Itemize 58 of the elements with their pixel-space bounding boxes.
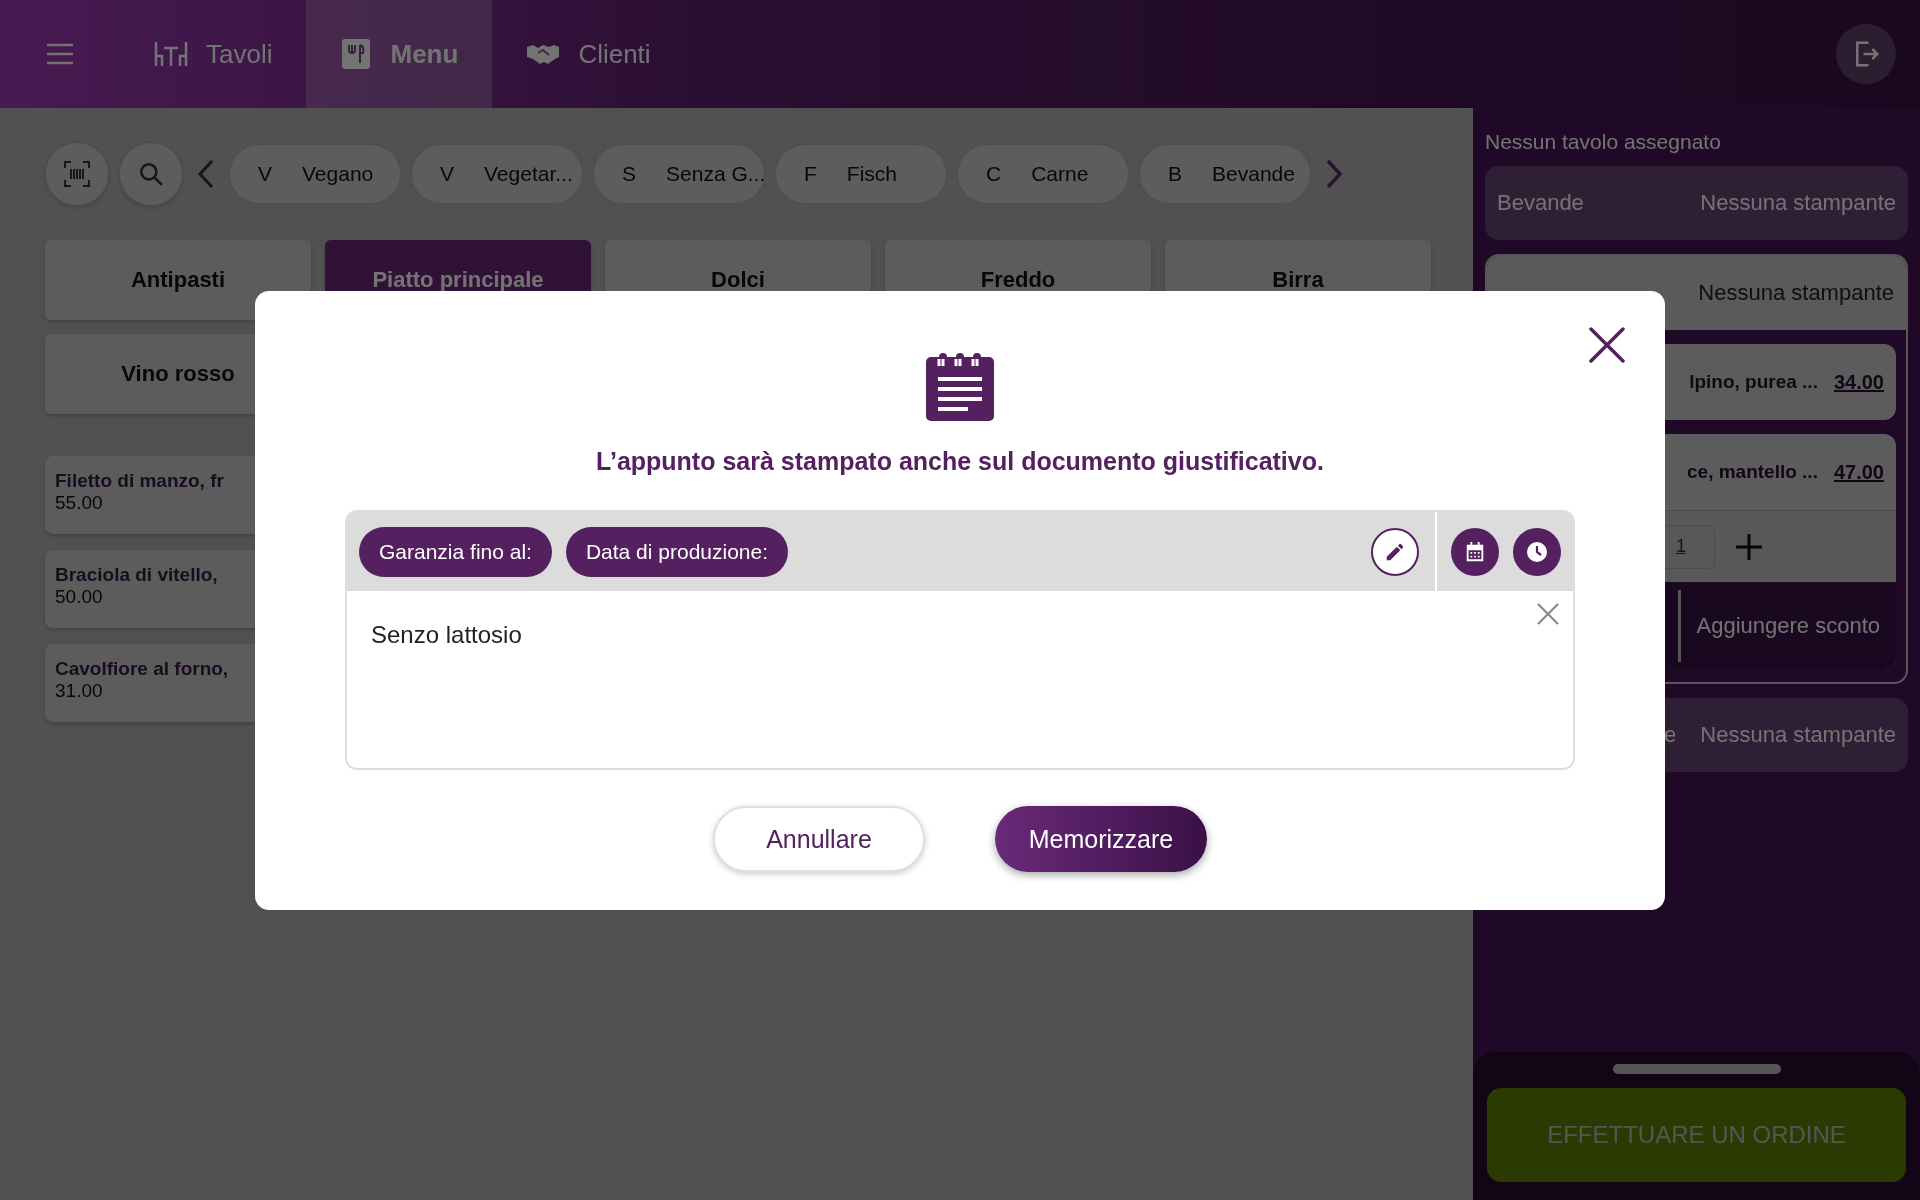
note-text: Senzo lattosio <box>371 621 522 648</box>
filter-chip[interactable]: C Carne <box>957 144 1129 204</box>
handshake-icon <box>526 43 561 65</box>
group-name: e <box>1663 722 1678 748</box>
filter-chip[interactable]: V Vegetar... <box>411 144 583 204</box>
placeholder-chip[interactable]: Data di produzione: <box>565 526 789 577</box>
increase-button[interactable] <box>1735 532 1763 561</box>
search-icon <box>138 161 164 187</box>
filter-chip[interactable]: F Fisch <box>775 144 947 204</box>
printer-label: Nessuna stampante <box>1700 190 1896 216</box>
chip-letter: S <box>622 162 636 186</box>
group-name: Bevande <box>1497 190 1585 216</box>
date-button[interactable] <box>1451 527 1499 576</box>
item-price: 50.00 <box>55 586 103 608</box>
chevron-right-icon <box>1325 159 1343 189</box>
item-name: Filetto di manzo, fr <box>55 470 224 492</box>
item-name: Braciola di vitello, <box>55 564 218 586</box>
chip-letter: B <box>1168 162 1182 186</box>
printer-label: Nessuna stampante <box>1698 280 1894 306</box>
order-item-name: ce, mantello ... <box>1687 461 1818 483</box>
place-order-button[interactable]: EFFETTUARE UN ORDINE <box>1487 1088 1906 1182</box>
cancel-button[interactable]: Annullare <box>713 806 925 872</box>
item-price: 55.00 <box>55 492 103 514</box>
barcode-scan-icon <box>64 161 90 187</box>
chevron-left-icon <box>197 159 215 189</box>
notepad-icon <box>926 351 994 421</box>
order-item-name: lpino, purea ... <box>1689 371 1818 393</box>
category-tile[interactable]: Antipasti <box>45 240 311 320</box>
clock-icon <box>1525 539 1549 564</box>
save-button[interactable]: Memorizzare <box>995 806 1207 872</box>
close-icon <box>1589 327 1625 363</box>
filter-chip[interactable]: V Vegano <box>229 144 401 204</box>
menu-icon <box>47 43 73 65</box>
plus-icon <box>1735 532 1763 561</box>
nav-tab[interactable]: Tavoli <box>120 0 307 108</box>
placeholder-chip[interactable]: Garanzia fino al: <box>359 526 552 577</box>
printer-label: Nessuna stampante <box>1700 722 1896 748</box>
calendar-icon <box>1464 540 1486 563</box>
drag-handle[interactable] <box>1612 1064 1781 1074</box>
filter-chip[interactable]: S Senza G... <box>593 144 765 204</box>
edit-button[interactable] <box>1371 527 1419 576</box>
chip-letter: V <box>440 162 454 186</box>
item-price: 31.00 <box>55 680 103 702</box>
item-name: Cavolfiore al forno, <box>55 658 229 680</box>
nav-tab[interactable]: Clienti <box>492 0 685 108</box>
table-status: Nessun tavolo assegnato <box>1485 129 1722 155</box>
table-chairs-icon <box>154 40 188 68</box>
close-button[interactable] <box>1589 327 1625 363</box>
menu-book-icon <box>340 37 373 71</box>
time-button[interactable] <box>1513 527 1561 576</box>
close-icon <box>1537 603 1559 625</box>
chip-letter: V <box>258 162 272 186</box>
dialog-message: L’appunto sarà stampato anche sul documento giustificativo. <box>596 447 1324 476</box>
order-item-price: 34.00 <box>1833 370 1884 394</box>
filter-chip[interactable]: B Bevande <box>1139 144 1311 204</box>
order-item-price: 47.00 <box>1833 460 1884 484</box>
chip-letter: F <box>804 162 817 186</box>
chip-letter: C <box>986 162 1002 186</box>
